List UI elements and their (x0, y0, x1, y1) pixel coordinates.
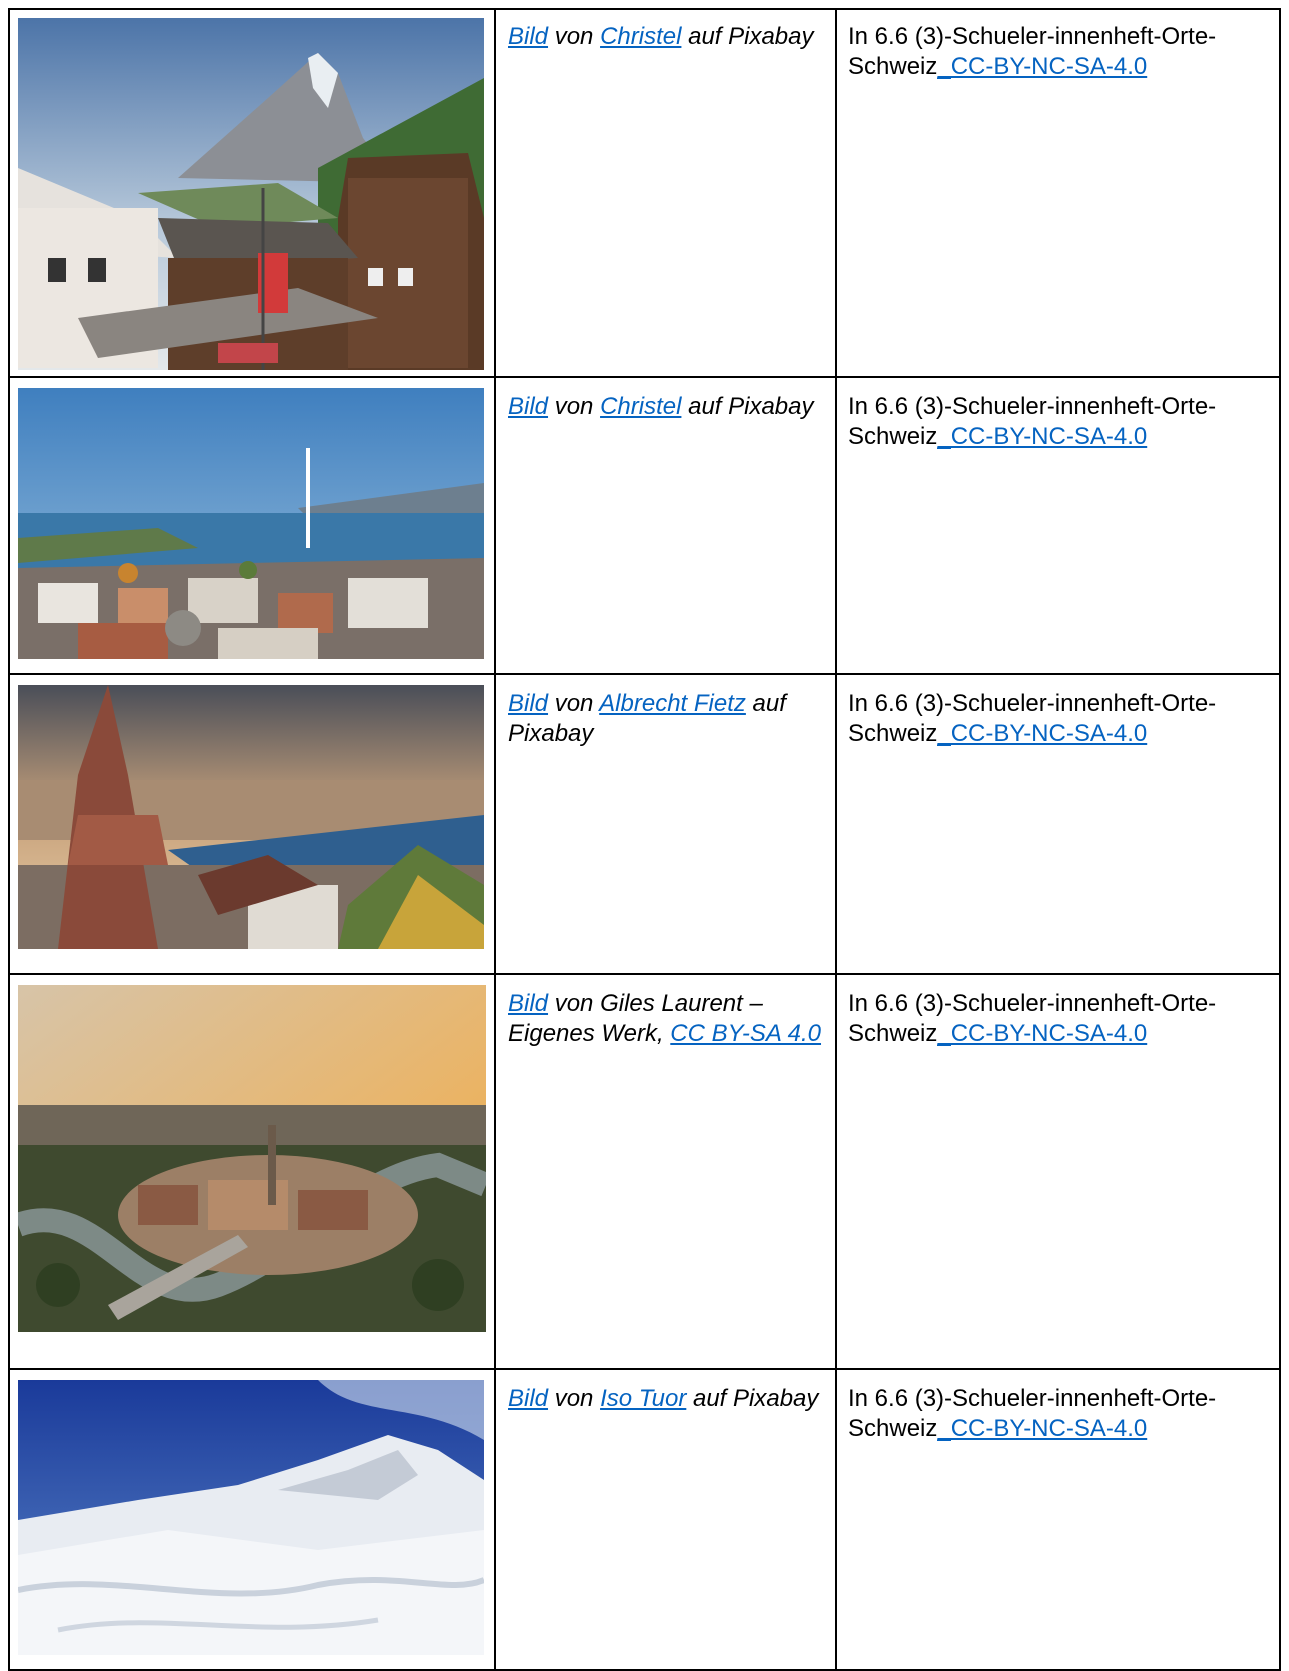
photo-matterhorn-village (18, 18, 484, 370)
table-row: Bild von Christel auf Pixabay In 6.6 (3)… (8, 378, 1281, 675)
credit-image-link[interactable]: Bild (508, 690, 548, 717)
usage-note: In 6.6 (3)-Schueler-innenheft-Orte-Schwe… (848, 392, 1268, 452)
image-credit: Bild von Christel auf Pixabay (508, 22, 833, 52)
credit-image-link[interactable]: Bild (508, 990, 548, 1017)
photo-geneva-lake (18, 388, 484, 659)
photo-snowy-mountains (18, 1380, 484, 1655)
usage-note: In 6.6 (3)-Schueler-innenheft-Orte-Schwe… (848, 689, 1268, 749)
credit-text: auf Pixabay (681, 23, 814, 50)
credit-image-link[interactable]: Bild (508, 393, 548, 420)
attribution-table: Bild von Christel auf Pixabay In 6.6 (3)… (8, 8, 1281, 1671)
photo-bern-old-town (18, 985, 486, 1332)
table-row: Bild von Giles Laurent – Eigenes Werk, C… (8, 975, 1281, 1370)
table-row: Bild von Albrecht Fietz auf Pixabay In 6… (8, 675, 1281, 975)
license-link[interactable]: _CC-BY-NC-SA-4.0 (937, 1020, 1147, 1047)
license-link[interactable]: _CC-BY-NC-SA-4.0 (937, 1415, 1147, 1442)
usage-note: In 6.6 (3)-Schueler-innenheft-Orte-Schwe… (848, 989, 1268, 1049)
image-credit: Bild von Albrecht Fietz auf Pixabay (508, 689, 833, 749)
credit-text: auf Pixabay (681, 393, 814, 420)
license-link[interactable]: _CC-BY-NC-SA-4.0 (937, 423, 1147, 450)
table-row: Bild von Iso Tuor auf Pixabay In 6.6 (3)… (8, 1370, 1281, 1671)
license-link[interactable]: _CC-BY-NC-SA-4.0 (937, 53, 1147, 80)
table-row: Bild von Christel auf Pixabay In 6.6 (3)… (8, 8, 1281, 378)
credit-author-link[interactable]: Christel (600, 23, 681, 50)
credit-text: von (548, 393, 601, 420)
credit-image-link[interactable]: Bild (508, 1385, 548, 1412)
usage-note: In 6.6 (3)-Schueler-innenheft-Orte-Schwe… (848, 22, 1268, 82)
image-credit: Bild von Giles Laurent – Eigenes Werk, C… (508, 989, 833, 1049)
credit-author-link[interactable]: Christel (600, 393, 681, 420)
credit-author-link[interactable]: Iso Tuor (600, 1385, 686, 1412)
credit-text: auf Pixabay (686, 1385, 819, 1412)
credit-text: von (548, 1385, 601, 1412)
image-credit: Bild von Iso Tuor auf Pixabay (508, 1384, 833, 1414)
credit-text: von (548, 690, 600, 717)
credit-text: von (548, 23, 601, 50)
credit-image-link[interactable]: Bild (508, 23, 548, 50)
usage-note: In 6.6 (3)-Schueler-innenheft-Orte-Schwe… (848, 1384, 1268, 1444)
credit-author-link[interactable]: Albrecht Fietz (599, 690, 746, 717)
photo-basel-cathedral-rhine (18, 685, 484, 949)
image-credit: Bild von Christel auf Pixabay (508, 392, 833, 422)
credit-license-link[interactable]: CC BY-SA 4.0 (670, 1020, 821, 1047)
license-link[interactable]: _CC-BY-NC-SA-4.0 (937, 720, 1147, 747)
